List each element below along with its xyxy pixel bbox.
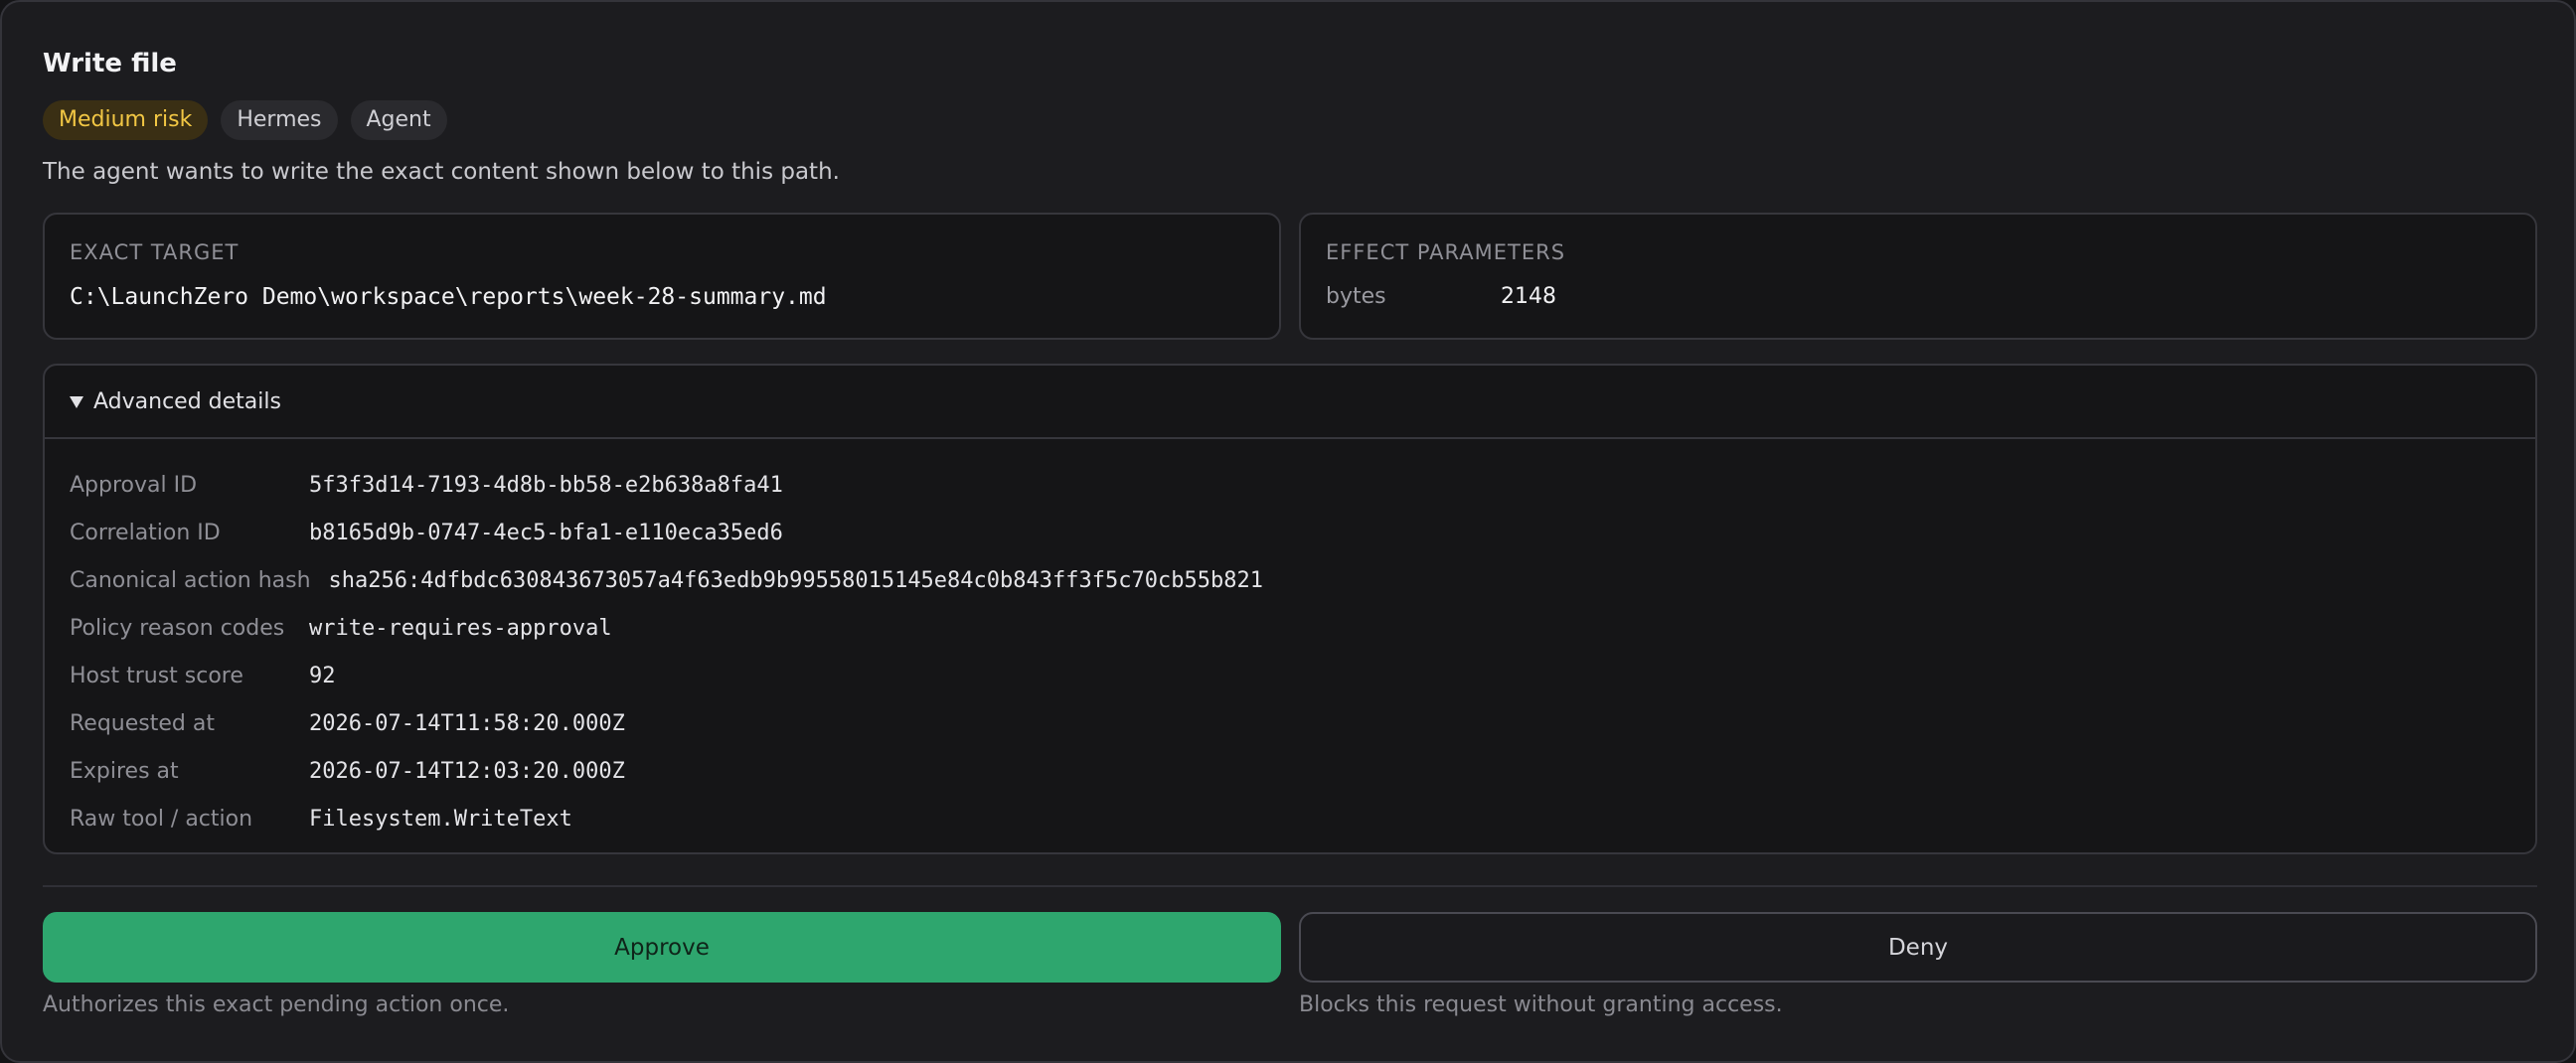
advanced-details-toggle[interactable]: Advanced details [45, 366, 2535, 439]
detail-key: Requested at [70, 710, 215, 736]
risk-badge: Medium risk [43, 100, 209, 140]
detail-key: Host trust score [70, 663, 243, 688]
triangle-down-icon [70, 396, 83, 408]
page-title: Write file [43, 49, 177, 78]
detail-row: Canonical action hash sha256:4dfbdc63084… [70, 556, 1263, 604]
param-row: bytes 2148 [1326, 284, 1556, 309]
effect-parameters-label: EFFECT PARAMETERS [1326, 240, 1566, 264]
effect-parameters-panel: EFFECT PARAMETERS bytes 2148 [1299, 213, 2537, 340]
badge-row: Medium risk Hermes Agent [43, 100, 447, 140]
detail-value: Filesystem.WriteText [309, 806, 572, 832]
detail-value: sha256:4dfbdc630843673057a4f63edb9b99558… [328, 567, 1263, 593]
target-path: C:\LaunchZero Demo\workspace\reports\wee… [70, 284, 827, 310]
detail-value: 2026-07-14T12:03:20.000Z [309, 758, 625, 784]
exact-target-label: EXACT TARGET [70, 240, 240, 264]
approval-card: Write file Medium risk Hermes Agent The … [0, 0, 2576, 1063]
param-value: 2148 [1501, 284, 1556, 309]
deny-button[interactable]: Deny [1299, 912, 2537, 983]
detail-key: Expires at [70, 758, 179, 784]
detail-row: Expires at 2026-07-14T12:03:20.000Z [70, 747, 1263, 795]
detail-value: write-requires-approval [309, 615, 612, 641]
detail-row: Approval ID 5f3f3d14-7193-4d8b-bb58-e2b6… [70, 461, 1263, 509]
detail-row: Policy reason codes write-requires-appro… [70, 604, 1263, 652]
detail-value: b8165d9b-0747-4ec5-bfa1-e110eca35ed6 [309, 520, 783, 545]
deny-hint: Blocks this request without granting acc… [1299, 992, 1783, 1017]
detail-row: Raw tool / action Filesystem.WriteText [70, 795, 1263, 842]
detail-key: Correlation ID [70, 520, 221, 545]
detail-row: Correlation ID b8165d9b-0747-4ec5-bfa1-e… [70, 509, 1263, 556]
advanced-details-label: Advanced details [93, 388, 281, 414]
approve-hint: Authorizes this exact pending action onc… [43, 992, 510, 1017]
detail-row: Requested at 2026-07-14T11:58:20.000Z [70, 699, 1263, 747]
detail-row: Host trust score 92 [70, 652, 1263, 699]
exact-target-panel: EXACT TARGET C:\LaunchZero Demo\workspac… [43, 213, 1281, 340]
approve-button[interactable]: Approve [43, 912, 1281, 983]
detail-value: 5f3f3d14-7193-4d8b-bb58-e2b638a8fa41 [309, 472, 783, 498]
detail-value: 2026-07-14T11:58:20.000Z [309, 710, 625, 736]
detail-key: Raw tool / action [70, 806, 253, 832]
detail-key: Canonical action hash [70, 567, 311, 593]
detail-key: Approval ID [70, 472, 198, 498]
detail-value: 92 [309, 663, 336, 688]
action-description: The agent wants to write the exact conte… [43, 159, 840, 185]
param-key: bytes [1326, 284, 1386, 309]
divider [43, 885, 2537, 887]
actor-badge: Agent [350, 100, 447, 140]
host-badge: Hermes [221, 100, 338, 140]
advanced-details: Advanced details Approval ID 5f3f3d14-71… [43, 364, 2537, 854]
advanced-details-list: Approval ID 5f3f3d14-7193-4d8b-bb58-e2b6… [70, 461, 1263, 842]
detail-key: Policy reason codes [70, 615, 285, 641]
